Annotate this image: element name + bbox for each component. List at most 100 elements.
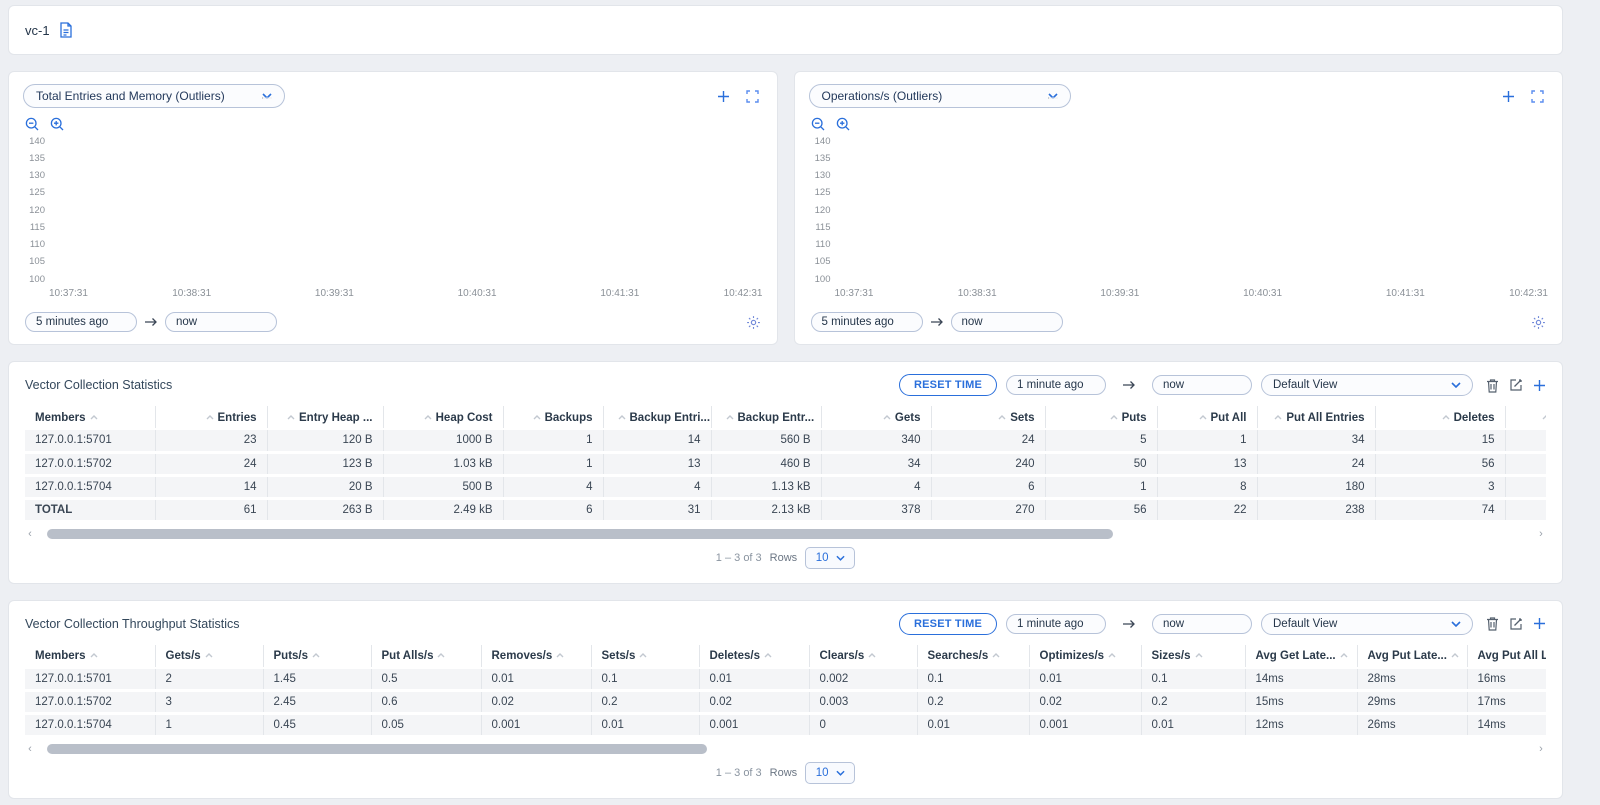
horizontal-scrollbar[interactable]: ‹ › xyxy=(25,742,1546,756)
add-chart-button[interactable] xyxy=(717,90,730,103)
scroll-right-icon[interactable]: › xyxy=(1536,744,1546,754)
column-header[interactable]: Searches/s xyxy=(917,645,1029,668)
metric-selector[interactable]: Operations/s (Outliers) xyxy=(809,84,1071,108)
table-time-to-input[interactable] xyxy=(1152,614,1252,634)
sort-caret-icon[interactable] xyxy=(726,411,734,423)
fullscreen-button[interactable] xyxy=(1531,90,1544,103)
column-header[interactable]: Clears/s xyxy=(809,645,917,668)
zoom-out-icon[interactable] xyxy=(811,117,826,132)
table-time-from-input[interactable] xyxy=(1006,375,1106,395)
sort-caret-icon[interactable] xyxy=(1199,411,1207,423)
add-view-button[interactable] xyxy=(1533,379,1546,392)
sort-caret-icon[interactable] xyxy=(618,411,626,423)
horizontal-scrollbar[interactable]: ‹ › xyxy=(25,527,1546,541)
sort-caret-icon[interactable] xyxy=(1274,411,1282,423)
sort-caret-icon[interactable] xyxy=(533,411,541,423)
table-time-to-input[interactable] xyxy=(1152,375,1252,395)
sort-caret-icon[interactable] xyxy=(1442,411,1450,423)
add-chart-button[interactable] xyxy=(1502,90,1515,103)
column-header[interactable]: Puts xyxy=(1045,406,1157,429)
column-header[interactable]: Sets xyxy=(931,406,1045,429)
sort-caret-icon[interactable] xyxy=(883,411,891,423)
sort-caret-icon[interactable] xyxy=(1195,649,1203,661)
time-to-input[interactable] xyxy=(165,312,277,332)
view-selector[interactable]: Default View xyxy=(1261,613,1473,635)
sort-caret-icon[interactable] xyxy=(287,411,295,423)
sort-caret-icon[interactable] xyxy=(437,649,445,661)
pagination-range: 1 – 3 of 3 xyxy=(716,767,762,779)
sort-caret-icon[interactable] xyxy=(764,649,772,661)
sort-caret-icon[interactable] xyxy=(1542,411,1546,423)
column-header[interactable]: Optimizes/s xyxy=(1029,645,1141,668)
sort-caret-icon[interactable] xyxy=(90,649,98,661)
time-from-input[interactable] xyxy=(25,312,137,332)
column-header[interactable]: Avg Get Late... xyxy=(1245,645,1357,668)
scroll-left-icon[interactable]: ‹ xyxy=(25,744,35,754)
column-header[interactable]: Members xyxy=(25,645,155,668)
sort-caret-icon[interactable] xyxy=(556,649,564,661)
column-header[interactable]: Gets xyxy=(821,406,931,429)
column-header[interactable]: Put All Entries xyxy=(1257,406,1375,429)
reset-time-button[interactable]: RESET TIME xyxy=(899,613,997,635)
reset-time-button[interactable]: RESET TIME xyxy=(899,374,997,396)
zoom-in-icon[interactable] xyxy=(836,117,851,132)
sort-caret-icon[interactable] xyxy=(1108,649,1116,661)
sort-caret-icon[interactable] xyxy=(639,649,647,661)
sort-caret-icon[interactable] xyxy=(868,649,876,661)
table-time-from-input[interactable] xyxy=(1006,614,1106,634)
column-header[interactable]: Members xyxy=(25,406,155,429)
sort-caret-icon[interactable] xyxy=(1110,411,1118,423)
time-to-input[interactable] xyxy=(951,312,1063,332)
column-header[interactable]: Avg Put All L... xyxy=(1467,645,1546,668)
column-header[interactable]: Sets/s xyxy=(591,645,699,668)
sort-caret-icon[interactable] xyxy=(312,649,320,661)
delete-view-button[interactable] xyxy=(1486,378,1499,393)
column-header[interactable]: Entry Heap ... xyxy=(267,406,383,429)
edit-view-button[interactable] xyxy=(1509,378,1523,392)
metric-selector[interactable]: Total Entries and Memory (Outliers) xyxy=(23,84,285,108)
column-header[interactable]: Backup Entr... xyxy=(711,406,821,429)
zoom-in-icon[interactable] xyxy=(50,117,65,132)
scrollbar-thumb[interactable] xyxy=(47,744,707,754)
column-header[interactable]: Removes/s xyxy=(481,645,591,668)
edit-view-button[interactable] xyxy=(1509,617,1523,631)
sort-caret-icon[interactable] xyxy=(998,411,1006,423)
zoom-out-icon[interactable] xyxy=(25,117,40,132)
column-header[interactable]: Put Alls/s xyxy=(371,645,481,668)
column-header[interactable]: Entries xyxy=(155,406,267,429)
scroll-left-icon[interactable]: ‹ xyxy=(25,529,35,539)
time-from-input[interactable] xyxy=(811,312,923,332)
column-header[interactable]: Heap Cost xyxy=(383,406,503,429)
column-header[interactable]: Deletes xyxy=(1375,406,1505,429)
column-header[interactable]: Backup Entri... xyxy=(603,406,711,429)
chart-settings-gear-icon[interactable] xyxy=(746,315,761,330)
sort-caret-icon[interactable] xyxy=(205,649,213,661)
column-header[interactable]: Gets/s xyxy=(155,645,263,668)
column-header[interactable]: Deletes/s xyxy=(699,645,809,668)
fullscreen-button[interactable] xyxy=(746,90,759,103)
column-header[interactable]: Puts/s xyxy=(263,645,371,668)
column-header[interactable]: Avg Put Late... xyxy=(1357,645,1467,668)
delete-view-button[interactable] xyxy=(1486,616,1499,631)
column-header[interactable]: Backups xyxy=(503,406,603,429)
scroll-right-icon[interactable]: › xyxy=(1536,529,1546,539)
sort-caret-icon[interactable] xyxy=(206,411,214,423)
rows-per-page-select[interactable]: 10 xyxy=(805,762,855,784)
sort-caret-icon[interactable] xyxy=(424,411,432,423)
sort-caret-icon[interactable] xyxy=(90,411,98,423)
view-selector[interactable]: Default View xyxy=(1261,374,1473,396)
column-header[interactable]: Sizes/s xyxy=(1141,645,1245,668)
rows-per-page-select[interactable]: 10 xyxy=(805,547,855,569)
sort-caret-icon[interactable] xyxy=(1451,649,1459,661)
x-tick-label: 10:41:31 xyxy=(1386,288,1425,299)
column-header[interactable]: Put All xyxy=(1157,406,1257,429)
document-icon[interactable] xyxy=(59,22,73,38)
line-chart[interactable]: 140135130125120115110105100 xyxy=(809,136,1549,286)
sort-caret-icon[interactable] xyxy=(1340,649,1348,661)
column-header[interactable]: Removes xyxy=(1505,406,1546,429)
chart-settings-gear-icon[interactable] xyxy=(1531,315,1546,330)
scrollbar-thumb[interactable] xyxy=(47,529,1113,539)
line-chart[interactable]: 140135130125120115110105100 xyxy=(23,136,763,286)
add-view-button[interactable] xyxy=(1533,617,1546,630)
sort-caret-icon[interactable] xyxy=(992,649,1000,661)
